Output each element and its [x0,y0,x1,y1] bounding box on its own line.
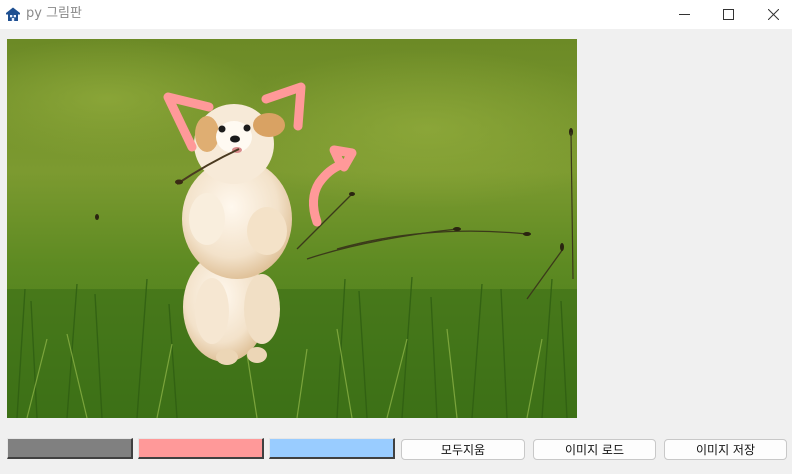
minimize-button[interactable] [661,0,707,29]
maximize-button[interactable] [705,0,751,29]
window-title: py 그림판 [26,6,82,21]
blue-color-button[interactable] [269,438,395,459]
title-bar: py 그림판 [0,0,792,29]
gray-color-button[interactable] [7,438,133,459]
close-button[interactable] [750,0,792,29]
house-app-icon [6,7,20,21]
puppy-photo [7,39,577,418]
maximize-icon [722,9,734,20]
clear-all-button[interactable]: 모두지움 [401,439,525,460]
load-image-button[interactable]: 이미지 로드 [533,439,656,460]
minimize-icon [678,14,690,15]
drawing-canvas[interactable] [7,39,577,418]
close-icon [767,9,779,20]
pink-color-button[interactable] [138,438,264,459]
save-image-button[interactable]: 이미지 저장 [664,439,787,460]
